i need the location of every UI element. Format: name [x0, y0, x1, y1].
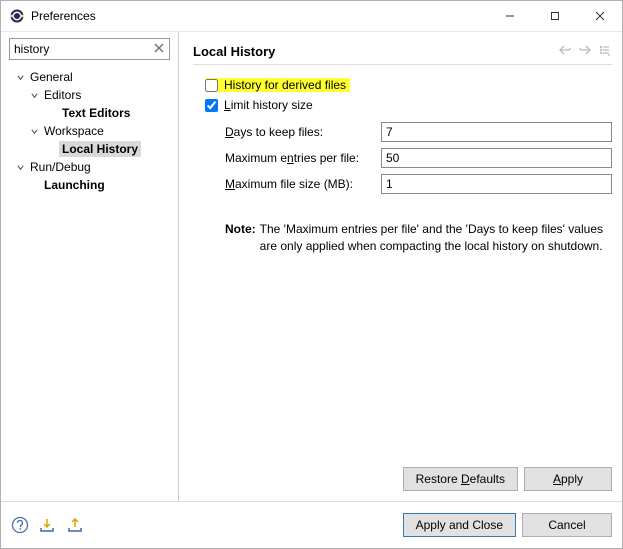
chevron-down-icon[interactable]: [27, 91, 41, 100]
max-entries-input[interactable]: [381, 148, 612, 168]
close-button[interactable]: [577, 2, 622, 31]
maximize-button[interactable]: [532, 2, 577, 31]
tree-label: Run/Debug: [27, 159, 94, 175]
window-title: Preferences: [31, 9, 487, 23]
days-to-keep-label: Days to keep files:: [225, 125, 373, 139]
tree-item-workspace[interactable]: Workspace: [9, 122, 174, 140]
history-derived-checkbox[interactable]: [205, 79, 218, 92]
app-icon: [9, 8, 25, 24]
tree-label: Workspace: [41, 123, 107, 139]
filter-tree-panel: General Editors Text Editors Workspace L…: [1, 32, 179, 501]
limit-history-checkbox[interactable]: [205, 99, 218, 112]
dialog-footer: Apply and Close Cancel: [1, 501, 622, 548]
chevron-down-icon[interactable]: [13, 73, 27, 82]
export-icon[interactable]: [67, 516, 85, 534]
filter-input[interactable]: [9, 38, 170, 60]
tree-item-run-debug[interactable]: Run/Debug: [9, 158, 174, 176]
tree-item-launching[interactable]: Launching: [9, 176, 174, 194]
titlebar: Preferences: [1, 1, 622, 32]
menu-icon[interactable]: [598, 44, 612, 59]
tree-label: Text Editors: [59, 105, 133, 121]
tree-label: Editors: [41, 87, 84, 103]
tree-item-local-history[interactable]: Local History: [9, 140, 174, 158]
max-size-input[interactable]: [381, 174, 612, 194]
tree-item-editors[interactable]: Editors: [9, 86, 174, 104]
tree-label: General: [27, 69, 76, 85]
chevron-down-icon[interactable]: [13, 163, 27, 172]
clear-filter-icon[interactable]: [152, 41, 166, 55]
preferences-window: Preferences General E: [0, 0, 623, 549]
preferences-tree[interactable]: General Editors Text Editors Workspace L…: [9, 66, 174, 497]
tree-item-text-editors[interactable]: Text Editors: [9, 104, 174, 122]
content-panel: Local History History for derived files: [179, 32, 622, 501]
tree-label: Local History: [59, 141, 141, 157]
page-title: Local History: [193, 44, 558, 59]
max-size-label: Maximum file size (MB):: [225, 177, 373, 191]
chevron-down-icon[interactable]: [27, 127, 41, 136]
import-icon[interactable]: [39, 516, 57, 534]
help-icon[interactable]: [11, 516, 29, 534]
apply-close-button[interactable]: Apply and Close: [403, 513, 516, 537]
tree-item-general[interactable]: General: [9, 68, 174, 86]
limit-history-label: Limit history size: [224, 98, 313, 112]
forward-icon[interactable]: [578, 44, 592, 59]
days-to-keep-input[interactable]: [381, 122, 612, 142]
history-derived-label: History for derived files: [224, 78, 346, 92]
cancel-button[interactable]: Cancel: [522, 513, 612, 537]
restore-defaults-button[interactable]: Restore Defaults: [403, 467, 518, 491]
back-icon[interactable]: [558, 44, 572, 59]
tree-label: Launching: [41, 177, 108, 193]
note-text: Note: The 'Maximum entries per file' and…: [205, 221, 612, 255]
minimize-button[interactable]: [487, 2, 532, 31]
apply-button[interactable]: Apply: [524, 467, 612, 491]
max-entries-label: Maximum entries per file:: [225, 151, 373, 165]
